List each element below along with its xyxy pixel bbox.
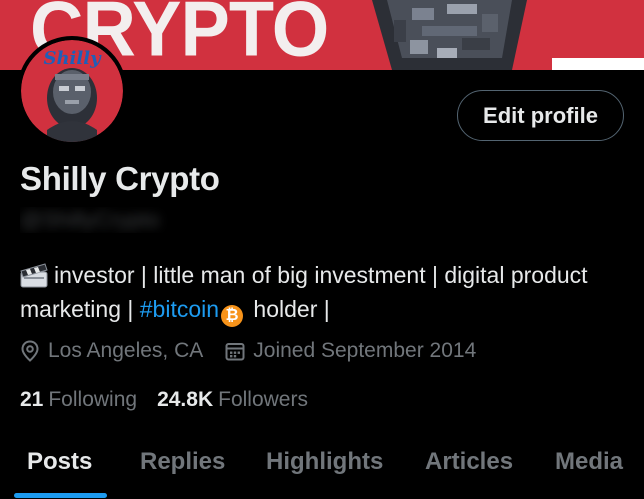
active-tab-indicator <box>14 493 107 498</box>
tab-replies[interactable]: Replies <box>140 448 225 476</box>
edit-profile-button[interactable]: Edit profile <box>457 90 624 141</box>
banner-robot-image <box>372 0 527 70</box>
following-label: Following <box>48 388 138 411</box>
avatar[interactable]: Shilly <box>17 36 127 146</box>
bitcoin-hashtag-link[interactable]: #bitcoin <box>140 296 219 322</box>
followers-link[interactable]: 24.8K Followers <box>157 388 308 412</box>
joined-text: Joined September 2014 <box>253 339 477 362</box>
username-handle: @ShillyCrypto <box>20 207 220 233</box>
joined-item: Joined September 2014 <box>225 339 476 363</box>
tab-highlights[interactable]: Highlights <box>266 448 383 476</box>
bio-text-part2: holder | <box>253 296 330 322</box>
tab-media[interactable]: Media <box>555 448 623 476</box>
handle-text: @ShillyCrypto <box>20 207 160 232</box>
location-item: Los Angeles, CA <box>20 339 203 363</box>
followers-count: 24.8K <box>157 388 214 411</box>
following-link[interactable]: 21 Following <box>20 388 137 412</box>
calendar-icon <box>225 343 245 361</box>
tab-articles[interactable]: Articles <box>425 448 513 476</box>
avatar-logo-text: Shilly <box>43 48 102 69</box>
clapper-board-icon <box>20 263 48 288</box>
profile-meta: Los Angeles, CA Joined September 2014 <box>20 339 476 363</box>
banner-white-block <box>552 58 644 70</box>
profile-bio: investor | little man of big investment … <box>20 258 620 327</box>
tab-posts[interactable]: Posts <box>27 448 92 476</box>
followers-label: Followers <box>218 388 308 411</box>
following-count: 21 <box>20 388 44 411</box>
location-pin-icon <box>21 340 39 362</box>
avatar-image: Shilly <box>21 40 123 142</box>
location-text: Los Angeles, CA <box>48 339 204 362</box>
profile-tabs: Posts Replies Highlights Articles Media <box>0 440 644 499</box>
follow-stats: 21 Following 24.8K Followers <box>20 388 328 412</box>
display-name: Shilly Crypto <box>20 160 220 197</box>
bitcoin-icon: ₿ <box>221 305 244 327</box>
